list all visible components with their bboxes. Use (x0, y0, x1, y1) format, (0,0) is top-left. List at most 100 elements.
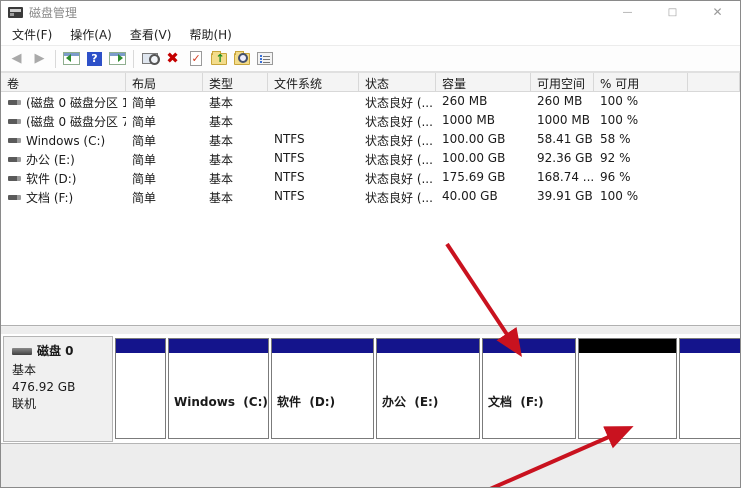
disk-0-graphical-row: 磁盘 0 基本 476.92 GB 联机 260 N 状态良 Windows (… (1, 334, 740, 444)
cell-fs: NTFS (268, 149, 359, 168)
cell-free: 58.41 GB (531, 130, 594, 149)
title-bar: 磁盘管理 — □ ✕ (1, 1, 740, 23)
partition-system-260mb[interactable]: 260 N 状态良 (115, 338, 166, 439)
table-row[interactable]: (磁盘 0 磁盘分区 7) 简单 基本 状态良好 (... 1000 MB 10… (1, 111, 740, 130)
primary-partition-stripe (116, 339, 165, 353)
volume-list: 卷 布局 类型 文件系统 状态 容量 可用空间 % 可用 (磁盘 0 磁盘分区 … (1, 72, 740, 319)
cell-fs (268, 92, 359, 111)
cell-layout: 简单 (126, 111, 203, 130)
menu-file[interactable]: 文件(F) (3, 24, 61, 45)
toolbar-separator (55, 50, 56, 68)
cell-pct: 100 % (594, 111, 688, 130)
partition-unallocated-60gb[interactable]: 60.00 GB 未分配 (578, 338, 677, 439)
help-icon[interactable]: ? (83, 48, 106, 70)
partition-software-d[interactable]: 软件 (D:) 175.69 GB NTFS 状态良好 (主分区 (271, 338, 374, 439)
volume-name: Windows (C:) (26, 134, 105, 148)
menu-help[interactable]: 帮助(H) (180, 24, 240, 45)
cell-status: 状态良好 (... (359, 187, 436, 206)
cell-layout: 简单 (126, 187, 203, 206)
cell-free: 39.91 GB (531, 187, 594, 206)
cell-pct: 100 % (594, 92, 688, 111)
cell-pct: 92 % (594, 149, 688, 168)
rescan-computer-icon[interactable] (138, 48, 161, 70)
disk-management-window: 磁盘管理 — □ ✕ 文件(F) 操作(A) 查看(V) 帮助(H) ◀ ▶ ?… (0, 0, 741, 488)
column-header-type[interactable]: 类型 (203, 73, 268, 92)
checklist-icon[interactable] (253, 48, 276, 70)
cell-status: 状态良好 (... (359, 168, 436, 187)
cell-type: 基本 (203, 111, 268, 130)
cell-type: 基本 (203, 149, 268, 168)
partition-recovery-1000mb[interactable]: 1000 ME 状态良好 (679, 338, 741, 439)
cell-layout: 简单 (126, 92, 203, 111)
cell-type: 基本 (203, 168, 268, 187)
primary-partition-stripe (272, 339, 373, 353)
table-row[interactable]: 文档 (F:) 简单 基本 NTFS 状态良好 (... 40.00 GB 39… (1, 187, 740, 206)
cell-type: 基本 (203, 187, 268, 206)
maximize-button[interactable]: □ (650, 1, 695, 23)
menu-action[interactable]: 操作(A) (61, 24, 121, 45)
column-header-status[interactable]: 状态 (359, 73, 436, 92)
column-header-free[interactable]: 可用空间 (531, 73, 594, 92)
column-header-layout[interactable]: 布局 (126, 73, 203, 92)
cell-pct: 58 % (594, 130, 688, 149)
forward-icon[interactable]: ▶ (28, 48, 51, 70)
toolbar: ◀ ▶ ? ✖ (1, 45, 740, 72)
cell-pct: 96 % (594, 168, 688, 187)
cell-capacity: 175.69 GB (436, 168, 531, 187)
volume-name: (磁盘 0 磁盘分区 7) (26, 113, 126, 130)
volume-icon (8, 176, 21, 181)
unallocated-stripe (579, 339, 676, 353)
column-header-fs[interactable]: 文件系统 (268, 73, 359, 92)
column-header-empty (688, 73, 740, 92)
cell-free: 92.36 GB (531, 149, 594, 168)
table-row[interactable]: 软件 (D:) 简单 基本 NTFS 状态良好 (... 175.69 GB 1… (1, 168, 740, 187)
disk-size: 476.92 GB (12, 379, 112, 396)
console-tree-pane-icon[interactable] (60, 48, 83, 70)
cell-status: 状态良好 (... (359, 111, 436, 130)
back-icon[interactable]: ◀ (5, 48, 28, 70)
partition-label: 办公 (E:) (382, 394, 479, 411)
minimize-button[interactable]: — (605, 1, 650, 23)
column-header-capacity[interactable]: 容量 (436, 73, 531, 92)
cell-free: 1000 MB (531, 111, 594, 130)
detail-pane-icon[interactable] (106, 48, 129, 70)
cell-fs: NTFS (268, 130, 359, 149)
cell-type: 基本 (203, 130, 268, 149)
cell-capacity: 40.00 GB (436, 187, 531, 206)
menu-bar: 文件(F) 操作(A) 查看(V) 帮助(H) (1, 23, 740, 45)
volume-table-header: 卷 布局 类型 文件系统 状态 容量 可用空间 % 可用 (1, 72, 740, 92)
table-row[interactable]: (磁盘 0 磁盘分区 1) 简单 基本 状态良好 (... 260 MB 260… (1, 92, 740, 111)
disk-status: 联机 (12, 396, 112, 413)
volume-name: 文档 (F:) (26, 189, 73, 206)
column-header-volume[interactable]: 卷 (1, 73, 126, 92)
cell-capacity: 100.00 GB (436, 149, 531, 168)
pane-splitter[interactable] (1, 319, 740, 334)
toolbar-separator (133, 50, 134, 68)
folder-search-icon[interactable] (230, 48, 253, 70)
close-button[interactable]: ✕ (695, 1, 740, 23)
menu-view[interactable]: 查看(V) (121, 24, 181, 45)
table-row[interactable]: 办公 (E:) 简单 基本 NTFS 状态良好 (... 100.00 GB 9… (1, 149, 740, 168)
volume-icon (8, 100, 21, 105)
partition-windows-c[interactable]: Windows (C:) 100.00 GB NTF: 状态良好 (启动, (168, 338, 269, 439)
volume-icon (8, 157, 21, 162)
partition-office-e[interactable]: 办公 (E:) 100.00 GB NTF: 状态良好 (主分区 (376, 338, 480, 439)
table-row[interactable]: Windows (C:) 简单 基本 NTFS 状态良好 (... 100.00… (1, 130, 740, 149)
partition-documents-f[interactable]: 文档 (F:) 40.00 GB NTF 状态良好 (主分 (482, 338, 576, 439)
disk-0-info[interactable]: 磁盘 0 基本 476.92 GB 联机 (3, 336, 113, 442)
volume-icon (8, 119, 21, 124)
cell-layout: 简单 (126, 149, 203, 168)
document-check-icon[interactable] (184, 48, 207, 70)
primary-partition-stripe (483, 339, 575, 353)
folder-up-icon[interactable] (207, 48, 230, 70)
cell-status: 状态良好 (... (359, 130, 436, 149)
column-header-pct[interactable]: % 可用 (594, 73, 688, 92)
cell-fs (268, 111, 359, 130)
cell-fs: NTFS (268, 187, 359, 206)
cell-free: 168.74 ... (531, 168, 594, 187)
cell-pct: 100 % (594, 187, 688, 206)
disk-type: 基本 (12, 362, 112, 379)
primary-partition-stripe (169, 339, 268, 353)
delete-x-icon[interactable]: ✖ (161, 48, 184, 70)
disk-icon (12, 348, 32, 355)
